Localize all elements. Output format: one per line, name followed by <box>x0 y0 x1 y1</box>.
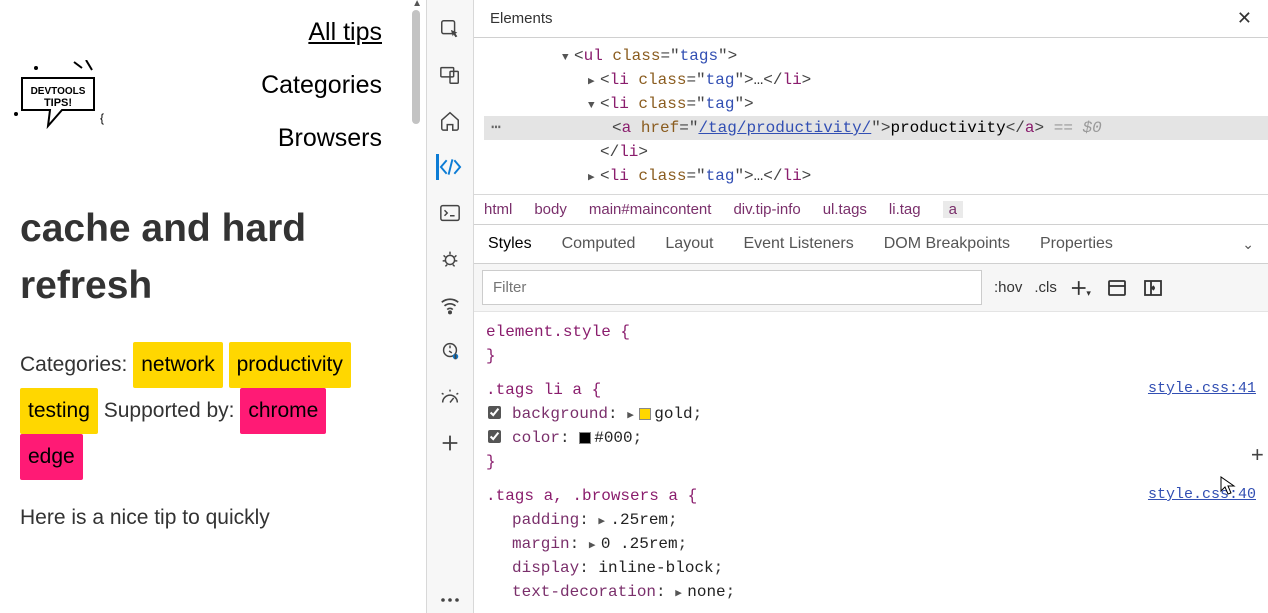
cls-toggle[interactable]: .cls <box>1034 279 1057 296</box>
subtab-events[interactable]: Event Listeners <box>743 235 853 253</box>
subtab-layout[interactable]: Layout <box>665 235 713 253</box>
ellipsis-icon[interactable]: ⋯ <box>484 116 508 140</box>
device-icon[interactable] <box>437 62 463 88</box>
css-rule[interactable]: style.css:40 .tags a, .browsers a { padd… <box>486 484 1256 604</box>
website-panel: All tips Categories Browsers DEVTOOLS TI… <box>0 0 426 613</box>
categories-label: Categories: <box>20 353 127 376</box>
console-icon[interactable] <box>437 200 463 226</box>
source-link[interactable]: style.css:40 <box>1148 484 1256 507</box>
article-body: Here is a nice tip to quickly <box>20 506 406 530</box>
browser-edge[interactable]: edge <box>20 434 83 480</box>
debugger-icon[interactable] <box>437 246 463 272</box>
styles-filter-input[interactable] <box>482 270 982 305</box>
styles-filter-bar: :hov .cls ▾ <box>474 264 1268 312</box>
add-declaration-icon[interactable]: + <box>1251 440 1264 473</box>
subtab-styles[interactable]: Styles <box>488 235 532 253</box>
page-title: cache and hard refresh <box>20 201 406 314</box>
color-swatch-icon[interactable] <box>579 432 591 444</box>
new-rule-icon[interactable]: ▾ <box>1069 276 1093 300</box>
devtools-panel: Elements ✕ ▼<ul class="tags"> ▶<li class… <box>474 0 1268 613</box>
home-icon[interactable] <box>437 108 463 134</box>
tag-testing[interactable]: testing <box>20 388 98 434</box>
dom-tree[interactable]: ▼<ul class="tags"> ▶<li class="tag">…</l… <box>474 38 1268 194</box>
scroll-thumb[interactable] <box>412 10 420 124</box>
close-devtools-button[interactable]: ✕ <box>1233 4 1256 33</box>
crumb-a[interactable]: a <box>943 201 963 218</box>
tab-elements[interactable]: Elements <box>486 2 557 35</box>
network-icon[interactable] <box>437 292 463 318</box>
crumb-body[interactable]: body <box>534 201 567 218</box>
subtab-computed[interactable]: Computed <box>562 235 636 253</box>
scroll-up-icon[interactable]: ▲ <box>412 0 422 9</box>
supported-label: Supported by: <box>104 399 235 422</box>
add-tool-icon[interactable] <box>437 430 463 456</box>
styles-pane[interactable]: element.style { } style.css:41 .tags li … <box>474 312 1268 613</box>
breadcrumb: html body main#maincontent div.tip-info … <box>474 194 1268 225</box>
styles-subtabs: Styles Computed Layout Event Listeners D… <box>474 225 1268 264</box>
sidebar-toggle-icon[interactable] <box>1141 276 1165 300</box>
decl-toggle[interactable] <box>488 430 501 443</box>
svg-text:{}: {} <box>100 111 104 125</box>
site-logo: DEVTOOLS TIPS! {} <box>14 60 104 140</box>
computed-panel-icon[interactable] <box>1105 276 1129 300</box>
devtools-tabbar: Elements ✕ <box>474 0 1268 38</box>
decl-toggle[interactable] <box>488 406 501 419</box>
performance-icon[interactable] <box>437 384 463 410</box>
chevron-down-icon[interactable]: ⌄ <box>1242 236 1254 253</box>
nav-all-tips[interactable]: All tips <box>20 20 382 45</box>
svg-text:i: i <box>455 354 456 359</box>
more-icon[interactable] <box>437 587 463 613</box>
crumb-div[interactable]: div.tip-info <box>733 201 800 218</box>
devtools-icon-strip: i <box>426 0 474 613</box>
color-swatch-icon[interactable] <box>639 408 651 420</box>
tag-productivity[interactable]: productivity <box>229 342 351 388</box>
crumb-html[interactable]: html <box>484 201 512 218</box>
inspect-icon[interactable] <box>437 16 463 42</box>
elements-icon[interactable] <box>436 154 462 180</box>
subtab-props[interactable]: Properties <box>1040 235 1113 253</box>
hov-toggle[interactable]: :hov <box>994 279 1022 296</box>
svg-text:DEVTOOLS: DEVTOOLS <box>31 86 86 97</box>
site-scrollbar[interactable]: ▲ <box>412 0 422 613</box>
crumb-ul[interactable]: ul.tags <box>823 201 867 218</box>
crumb-li[interactable]: li.tag <box>889 201 921 218</box>
element-style-block[interactable]: element.style { } <box>486 320 1256 368</box>
browser-chrome[interactable]: chrome <box>240 388 326 434</box>
crumb-main[interactable]: main#maincontent <box>589 201 712 218</box>
meta: Categories: network productivity testing… <box>20 342 406 480</box>
subtab-dombp[interactable]: DOM Breakpoints <box>884 235 1010 253</box>
svg-text:TIPS!: TIPS! <box>44 97 72 109</box>
source-link[interactable]: style.css:41 <box>1148 378 1256 401</box>
tag-network[interactable]: network <box>133 342 223 388</box>
css-rule[interactable]: style.css:41 .tags li a { background: ▶g… <box>486 378 1256 474</box>
lighthouse-icon[interactable]: i <box>437 338 463 364</box>
